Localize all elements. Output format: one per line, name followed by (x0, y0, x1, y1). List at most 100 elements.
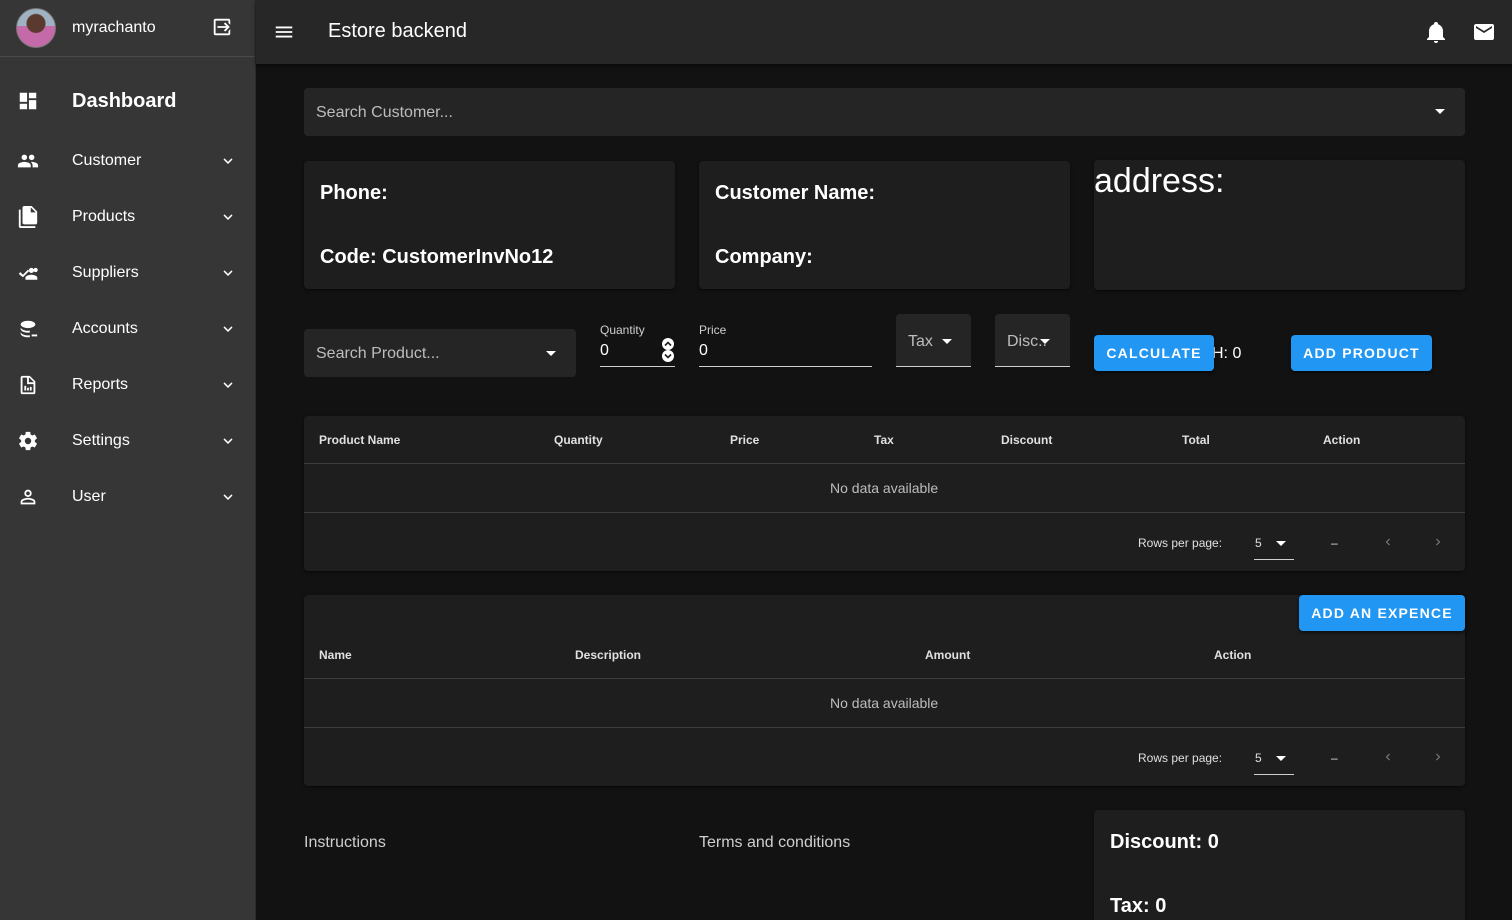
people-icon (17, 150, 39, 172)
chevron-down-icon (223, 158, 233, 164)
sidebar-item-dashboard[interactable]: Dashboard (0, 69, 255, 133)
phone-label: Phone: (320, 182, 388, 204)
sidebar-item-label: Settings (72, 432, 130, 449)
price-input[interactable]: 0 (699, 342, 708, 360)
sidebar-item-products[interactable]: Products (0, 189, 255, 245)
chevron-down-icon (223, 382, 233, 388)
column-header-quantity[interactable]: Quantity (554, 433, 603, 447)
discount-total-text: Discount: 0 (1110, 831, 1219, 853)
quantity-underline (600, 366, 675, 367)
product-search-placeholder: Search Product... (316, 345, 440, 362)
footer-divider (304, 512, 1465, 513)
sidebar-item-label: Customer (72, 152, 142, 169)
quantity-stepper-icon[interactable] (661, 337, 675, 363)
sidebar-item-label: Accounts (72, 320, 138, 337)
tax-underline (896, 366, 971, 367)
supplier-icon (17, 262, 39, 284)
tax-select[interactable]: Tax (896, 314, 971, 367)
chevron-right-icon[interactable] (1431, 750, 1445, 764)
no-data-text: No data available (830, 480, 939, 496)
address-label: address: (1094, 162, 1225, 200)
quantity-label: Quantity (600, 323, 645, 337)
sidebar: myrachanto Dashboard Customer Products S… (0, 0, 256, 920)
chevron-down-icon (223, 270, 233, 276)
sidebar-item-label: Dashboard (72, 89, 177, 112)
instructions-label: Instructions (304, 834, 386, 851)
column-header-description[interactable]: Description (575, 648, 641, 662)
database-icon (17, 318, 39, 340)
document-icon (17, 206, 39, 228)
caret-down-icon (1435, 109, 1445, 114)
gear-icon (17, 430, 39, 452)
header-divider (304, 678, 1465, 679)
caret-down-icon (1040, 339, 1050, 344)
chevron-right-icon[interactable] (1431, 535, 1445, 549)
bell-icon[interactable] (1424, 20, 1448, 44)
product-search-select[interactable]: Search Product... (304, 329, 576, 377)
user-profile: myrachanto (0, 0, 255, 57)
sidebar-item-accounts[interactable]: Accounts (0, 301, 255, 357)
subtotal-text: H: 0 (1212, 345, 1242, 362)
quantity-input[interactable]: 0 (600, 342, 609, 360)
rows-per-page-value: 5 (1255, 536, 1262, 550)
column-header-amount[interactable]: Amount (925, 648, 970, 662)
company-label: Company: (715, 246, 813, 268)
discount-underline (995, 366, 1070, 367)
phone-code-card: Phone: Code: CustomerInvNo12 (304, 161, 675, 289)
header-divider (304, 463, 1465, 464)
person-icon (17, 486, 39, 508)
username: myrachanto (72, 19, 156, 36)
sidebar-item-user[interactable]: User (0, 469, 255, 525)
column-header-tax[interactable]: Tax (874, 433, 894, 447)
hamburger-menu-icon[interactable] (273, 20, 295, 44)
app-bar: Estore backend (256, 0, 1512, 64)
chevron-left-icon[interactable] (1381, 750, 1395, 764)
add-product-button[interactable]: Add Product (1291, 335, 1432, 371)
discount-select[interactable]: Disc... (995, 314, 1070, 367)
sidebar-item-label: User (72, 488, 106, 505)
address-card: address: (1094, 160, 1465, 290)
calculate-button[interactable]: Calculate (1094, 335, 1214, 371)
column-header-name[interactable]: Name (319, 648, 352, 662)
sidebar-item-reports[interactable]: Reports (0, 357, 255, 413)
page-range-text: – (1331, 751, 1338, 765)
tax-select-label: Tax (908, 333, 933, 350)
column-header-action[interactable]: Action (1214, 648, 1251, 662)
customer-search-select[interactable]: Search Customer... (304, 88, 1465, 136)
rows-per-page-select[interactable]: 5 (1254, 747, 1294, 775)
column-header-price[interactable]: Price (730, 433, 759, 447)
chevron-down-icon (223, 326, 233, 332)
dashboard-icon (17, 90, 39, 112)
rows-per-page-select[interactable]: 5 (1254, 532, 1294, 560)
totals-card: Discount: 0 Tax: 0 (1094, 810, 1465, 920)
add-expense-button[interactable]: Add an expence (1299, 595, 1465, 631)
sidebar-item-label: Suppliers (72, 264, 139, 281)
chevron-down-icon (223, 214, 233, 220)
column-header-action[interactable]: Action (1323, 433, 1360, 447)
chevron-down-icon (223, 438, 233, 444)
chevron-down-icon (223, 494, 233, 500)
avatar[interactable] (16, 8, 56, 48)
expenses-table: Add an expence Name Description Amount A… (304, 595, 1465, 786)
report-icon (17, 374, 39, 396)
caret-down-icon (546, 351, 556, 356)
chevron-left-icon[interactable] (1381, 535, 1395, 549)
customer-code-label: Code: CustomerInvNo12 (320, 246, 554, 268)
column-header-total[interactable]: Total (1182, 433, 1210, 447)
column-header-product-name[interactable]: Product Name (319, 433, 400, 447)
customer-name-label: Customer Name: (715, 182, 876, 204)
sidebar-item-settings[interactable]: Settings (0, 413, 255, 469)
column-header-discount[interactable]: Discount (1001, 433, 1052, 447)
caret-down-icon (1276, 541, 1286, 546)
page-title: Estore backend (328, 20, 467, 42)
caret-down-icon (1276, 756, 1286, 761)
no-data-text: No data available (830, 695, 939, 711)
sidebar-item-customer[interactable]: Customer (0, 133, 255, 189)
products-table: Product Name Quantity Price Tax Discount… (304, 416, 1465, 571)
logout-icon[interactable] (211, 16, 233, 38)
price-label: Price (699, 323, 727, 337)
sidebar-item-label: Products (72, 208, 136, 225)
terms-label: Terms and conditions (699, 834, 851, 851)
sidebar-item-suppliers[interactable]: Suppliers (0, 245, 255, 301)
mail-icon[interactable] (1472, 20, 1496, 44)
